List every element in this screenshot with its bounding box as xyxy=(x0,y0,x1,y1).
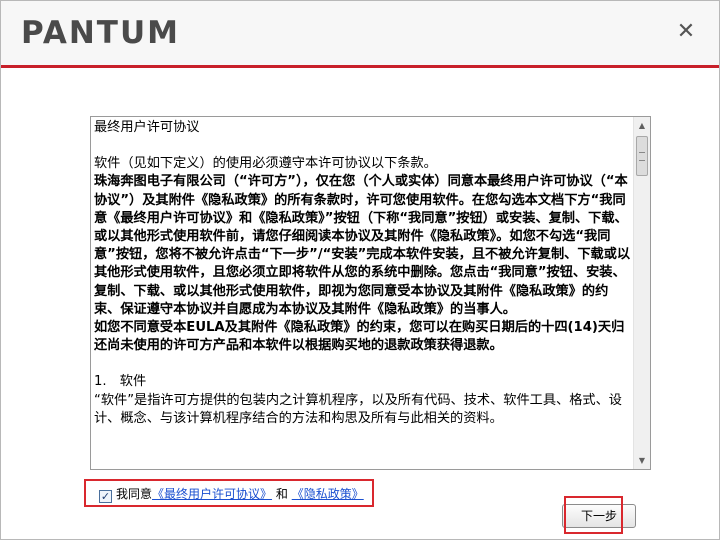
title-bar: PANTUM ✕ xyxy=(1,1,719,65)
privacy-policy-link[interactable]: 《隐私政策》 xyxy=(292,487,364,501)
scroll-up-arrow-icon[interactable]: ▲ xyxy=(634,117,650,134)
header-divider xyxy=(1,65,719,68)
eula-scrollbar[interactable]: ▲ ▼ xyxy=(633,117,650,469)
agree-and-label: 和 xyxy=(275,487,288,501)
agree-prefix-label: 我同意 xyxy=(116,487,153,501)
eula-refund-paragraph: 如您不同意受本EULA及其附件《隐私政策》的约束，您可以在购买日期后的十四(14… xyxy=(94,320,625,354)
next-highlight-box xyxy=(564,496,623,534)
eula-title: 最终用户许可协议 xyxy=(94,120,200,135)
installer-window: PANTUM ✕ 最终用户许可协议 软件（见如下定义）的使用必须遵守本许可协议以… xyxy=(0,0,720,540)
scroll-down-arrow-icon[interactable]: ▼ xyxy=(634,452,650,469)
eula-consent-paragraph: 珠海奔图电子有限公司（“许可方”），仅在您（个人或实体）同意本最终用户许可协议（… xyxy=(94,174,631,317)
close-icon[interactable]: ✕ xyxy=(673,19,699,45)
agree-row: ✓ 我同意《最终用户许可协议》 和 《隐私政策》 xyxy=(99,485,364,503)
pantum-logo: PANTUM xyxy=(21,15,180,51)
agree-checkbox[interactable]: ✓ xyxy=(99,490,112,503)
section-1-body: “软件”是指许可方提供的包装内之计算机程序，以及所有代码、技术、软件工具、格式、… xyxy=(94,392,622,426)
scroll-thumb[interactable] xyxy=(636,136,648,176)
eula-text-panel[interactable]: 最终用户许可协议 软件（见如下定义）的使用必须遵守本许可协议以下条款。 珠海奔图… xyxy=(90,116,651,470)
eula-intro: 软件（见如下定义）的使用必须遵守本许可协议以下条款。 xyxy=(94,156,437,172)
eula-content: 最终用户许可协议 软件（见如下定义）的使用必须遵守本许可协议以下条款。 珠海奔图… xyxy=(94,119,631,469)
eula-link[interactable]: 《最终用户许可协议》 xyxy=(152,487,272,501)
section-1-heading: 1. 软件 xyxy=(94,374,147,390)
